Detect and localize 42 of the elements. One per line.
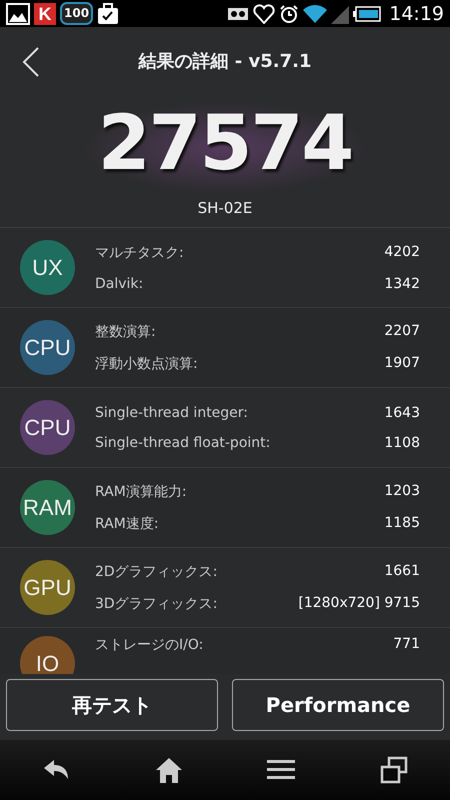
test-score: 1643 <box>384 404 420 420</box>
test-score: [1280x720] 9715 <box>298 594 420 612</box>
notification-badge: 100 <box>60 2 94 25</box>
test-score: 1108 <box>384 434 420 450</box>
app-notification-icon: K <box>34 2 56 24</box>
category-badge: CPU <box>20 400 75 455</box>
test-name: Single-thread integer: <box>95 404 248 420</box>
test-score: 771 <box>393 636 420 654</box>
signal-icon <box>331 4 350 24</box>
test-name: 整数演算: <box>95 322 156 340</box>
category-badge: IO <box>20 636 75 674</box>
battery-icon <box>353 6 382 22</box>
category-badge: RAM <box>20 480 75 535</box>
test-score: 1342 <box>384 276 420 292</box>
clock-time: 14:19 <box>389 2 444 24</box>
alarm-icon <box>279 4 300 24</box>
test-score: 1203 <box>384 482 420 500</box>
screen-title: 結果の詳細 - v5.7.1 <box>138 50 312 73</box>
test-name: RAM速度: <box>95 514 159 532</box>
heart-icon <box>253 4 276 24</box>
category-badge: UX <box>20 240 75 295</box>
test-name: RAM演算能力: <box>95 482 187 500</box>
test-score: 1185 <box>384 514 420 532</box>
test-score: 2207 <box>384 322 420 340</box>
wifi-icon <box>303 4 328 22</box>
test-name: 2Dグラフィックス: <box>95 562 218 580</box>
picture-icon <box>6 2 30 24</box>
device-name: SH-02E <box>198 199 252 217</box>
action-button[interactable]: 再テスト <box>6 679 218 731</box>
test-name: マルチタスク: <box>95 244 184 262</box>
test-score: 1907 <box>384 354 420 372</box>
briefcase-check-icon <box>97 2 120 24</box>
test-name: ストレージのI/O: <box>95 636 204 654</box>
test-name: 3Dグラフィックス: <box>95 594 218 612</box>
test-score: 1661 <box>384 562 420 580</box>
test-name: Single-thread float-point: <box>95 434 270 450</box>
test-name: 浮動小数点演算: <box>95 354 198 372</box>
test-score: 4202 <box>384 244 420 262</box>
category-badge: CPU <box>20 320 75 375</box>
action-button[interactable]: Performance <box>232 679 444 731</box>
category-badge: GPU <box>20 560 75 615</box>
test-name: Dalvik: <box>95 276 144 292</box>
